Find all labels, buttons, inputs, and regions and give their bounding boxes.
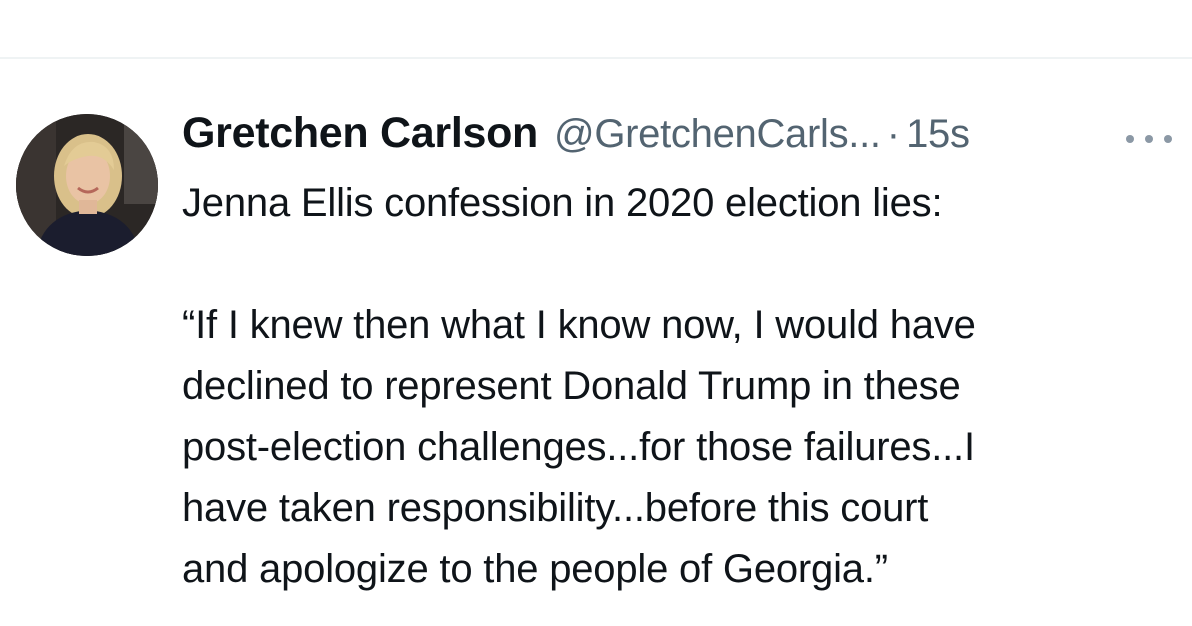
tweet-text: Jenna Ellis confession in 2020 election … [182, 173, 1182, 600]
tweet-card[interactable]: Gretchen Carlson @GretchenCarls... · 15s… [0, 59, 1192, 626]
tweet-text-line: and apologize to the people of Georgia.” [182, 547, 888, 591]
author-name[interactable]: Gretchen Carlson [182, 109, 538, 158]
tweet-timestamp[interactable]: 15s [906, 112, 970, 157]
tweet-text-line: declined to represent Donald Trump in th… [182, 364, 961, 408]
tweet-text-line: post-election challenges...for those fai… [182, 425, 975, 469]
more-dot [1164, 135, 1172, 143]
tweet-text-line: “If I knew then what I know now, I would… [182, 303, 976, 347]
avatar-photo-icon [16, 114, 158, 256]
header-separator: · [886, 112, 901, 156]
more-dot [1126, 135, 1134, 143]
tweet-header: Gretchen Carlson @GretchenCarls... · 15s [182, 109, 1102, 165]
tweet-text-line: have taken responsibility...before this … [182, 486, 929, 530]
more-dots-icon[interactable] [1126, 129, 1172, 149]
tweet-text-line: Jenna Ellis confession in 2020 election … [182, 181, 943, 225]
more-dot [1145, 135, 1153, 143]
author-handle[interactable]: @GretchenCarls... [554, 112, 881, 157]
avatar[interactable] [16, 114, 158, 256]
